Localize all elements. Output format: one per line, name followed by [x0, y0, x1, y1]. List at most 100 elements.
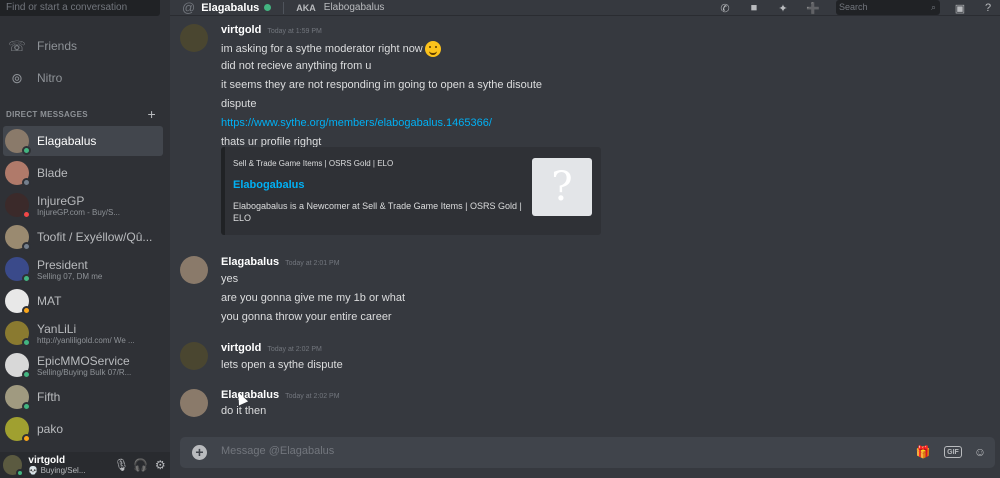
embed-title-link[interactable]: Elabogabalus: [233, 179, 305, 191]
dm-name: InjureGP: [37, 193, 85, 208]
emoji-picker-icon[interactable]: ☺: [970, 443, 990, 461]
friends-icon: ☏: [8, 37, 26, 54]
sidebar-item-label: Friends: [37, 39, 78, 53]
dm-custom-status: Selling/Buying Bulk 07/R...: [37, 367, 132, 377]
mute-mic-icon[interactable]: 🎙: [112, 455, 131, 475]
help-icon[interactable]: ?: [980, 0, 996, 16]
avatar: [5, 289, 31, 315]
message-header: virtgold Today at 2:02 PM: [221, 342, 322, 354]
status-dot-icon: [22, 146, 31, 155]
dm-item[interactable]: pako: [3, 414, 163, 444]
smiley-emoji-icon: [424, 41, 441, 57]
avatar[interactable]: [180, 389, 208, 417]
status-dot-icon: [22, 402, 31, 411]
dm-header-label: DIRECT MESSAGES: [6, 109, 88, 119]
avatar: [5, 129, 31, 155]
sidebar: Find or start a conversation ☏ Friends ⊚…: [0, 0, 170, 478]
dm-name: YanLiLi: [37, 321, 77, 336]
embed-provider: Sell & Trade Game Items | OSRS Gold | EL…: [233, 159, 394, 168]
dm-name: President: [37, 257, 88, 272]
message-author[interactable]: virtgold: [221, 342, 261, 354]
direct-messages-header: DIRECT MESSAGES +: [6, 106, 156, 122]
dm-name: MAT: [37, 294, 62, 308]
voice-call-icon[interactable]: ✆: [717, 0, 733, 16]
sidebar-item-label: Nitro: [37, 71, 63, 85]
message-text: dispute: [221, 98, 257, 110]
user-panel: virtgold 💀 Buying/Sel... 🎙 🎧 ⚙: [0, 452, 170, 478]
online-status-icon: [264, 4, 272, 11]
dm-item[interactable]: EpicMMOService Selling/Buying Bulk 07/R..…: [3, 350, 163, 380]
avatar: [5, 225, 31, 251]
dm-name: EpicMMOService: [37, 353, 130, 368]
nickname: Elabogabalus: [323, 2, 385, 13]
message-header: Elagabalus Today at 2:01 PM: [221, 256, 340, 268]
custom-status: 💀 Buying/Sel...: [28, 466, 86, 475]
avatar[interactable]: [180, 24, 208, 52]
avatar[interactable]: [180, 256, 208, 284]
add-friend-dm-icon[interactable]: ➕: [805, 0, 821, 16]
avatar: [5, 161, 31, 187]
status-dot-icon: [22, 434, 31, 443]
dm-item[interactable]: InjureGP InjureGP.com - Buy/S...: [3, 190, 163, 220]
sidebar-item-friends[interactable]: ☏ Friends: [0, 32, 170, 60]
dm-item[interactable]: Blade: [3, 158, 163, 188]
page-title: Elagabalus: [201, 1, 260, 14]
pin-icon[interactable]: ✦: [775, 0, 791, 16]
sidebar-item-nitro[interactable]: ⊚ Nitro: [0, 64, 170, 92]
message-text: yes: [221, 273, 239, 285]
dm-item[interactable]: Fifth: [3, 382, 163, 412]
avatar: [5, 417, 31, 443]
embed-thumbnail[interactable]: ?: [532, 158, 592, 216]
search-input[interactable]: Search ⌕: [836, 0, 940, 15]
message-input[interactable]: Message @Elagabalus: [221, 445, 334, 457]
message-text: im asking for a sythe moderator right no…: [221, 41, 441, 57]
dm-item[interactable]: YanLiLi http://yanliligold.com/ We ...: [3, 318, 163, 348]
username: virtgold: [28, 455, 66, 466]
message-text: did not recieve anything from u: [221, 60, 372, 72]
video-call-icon[interactable]: ■: [746, 0, 762, 16]
avatar: [5, 321, 31, 347]
dm-item[interactable]: President Selling 07, DM me: [3, 254, 163, 284]
create-dm-icon[interactable]: +: [148, 106, 156, 122]
status-dot-icon: [22, 274, 31, 283]
message-composer: + Message @Elagabalus 🎁 GIF ☺: [180, 437, 995, 468]
dm-name: pako: [37, 422, 64, 436]
headphones-icon[interactable]: 🎧: [131, 455, 150, 475]
dm-custom-status: Selling 07, DM me: [37, 271, 103, 281]
dm-custom-status: InjureGP.com - Buy/S...: [37, 207, 120, 217]
message-text: you gonna throw your entire career: [221, 311, 392, 323]
settings-gear-icon[interactable]: ⚙: [151, 455, 170, 475]
dm-name: Blade: [37, 166, 68, 180]
divider: [283, 1, 285, 14]
dm-item[interactable]: MAT: [3, 286, 163, 316]
message-timestamp: Today at 2:02 PM: [267, 346, 322, 353]
message-timestamp: Today at 2:02 PM: [285, 393, 340, 400]
dm-item[interactable]: Toofit / Exyéllow/Qû...: [3, 222, 163, 252]
upload-plus-icon[interactable]: +: [192, 445, 207, 460]
message-author[interactable]: virtgold: [221, 24, 261, 36]
dm-name: Fifth: [37, 390, 61, 404]
message-text: it seems they are not responding im goin…: [221, 79, 543, 91]
avatar: [5, 257, 31, 283]
avatar[interactable]: [180, 342, 208, 370]
channel-header: @ Elagabalus AKA Elabogabalus ✆ ■ ✦ ➕ Se…: [170, 0, 1000, 16]
gif-button[interactable]: GIF: [944, 446, 962, 458]
avatar: [5, 353, 31, 379]
message-link[interactable]: https://www.sythe.org/members/elabogabal…: [221, 117, 492, 129]
search-icon: ⌕: [930, 2, 936, 12]
status-dot-icon: [22, 338, 31, 347]
link-embed: Sell & Trade Game Items | OSRS Gold | EL…: [221, 147, 601, 235]
message-author[interactable]: Elagabalus: [221, 389, 279, 401]
avatar[interactable]: [3, 455, 25, 477]
status-dot-icon: [22, 306, 31, 315]
gift-icon[interactable]: 🎁: [913, 443, 933, 461]
message-header: virtgold Today at 1:59 PM: [221, 24, 322, 36]
dm-custom-status: http://yanliligold.com/ We ...: [37, 335, 135, 345]
nitro-icon: ⊚: [11, 69, 23, 86]
status-dot-icon: [22, 178, 31, 187]
dm-item[interactable]: Elagabalus: [3, 126, 163, 156]
message-author[interactable]: Elagabalus: [221, 256, 279, 268]
find-conversation-button[interactable]: Find or start a conversation: [0, 0, 160, 16]
message-timestamp: Today at 1:59 PM: [267, 28, 322, 35]
inbox-icon[interactable]: ▣: [952, 0, 968, 16]
